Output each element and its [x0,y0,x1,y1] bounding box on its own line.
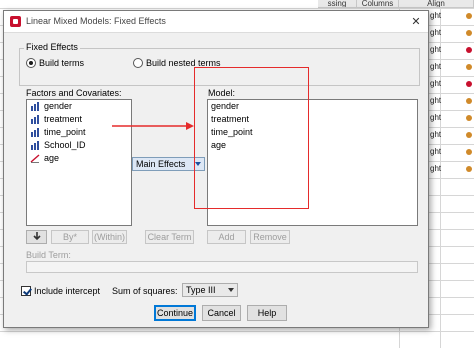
align-cell: ght [430,113,442,122]
cancel-button[interactable]: Cancel [202,305,241,321]
align-cell: ght [430,45,442,54]
add-button[interactable]: Add [207,230,246,244]
factor-item[interactable]: age [27,152,131,165]
measure-icon [466,47,472,53]
continue-button[interactable]: Continue [154,305,196,321]
scale-icon [30,154,40,163]
remove-button[interactable]: Remove [250,230,290,244]
include-intercept-checkbox[interactable] [21,286,31,296]
close-button[interactable]: ✕ [408,14,424,30]
move-down-arrow-button[interactable] [26,230,47,244]
nominal-icon [30,102,40,111]
align-cell: ght [430,28,442,37]
within-button[interactable]: (Within) [92,230,127,244]
measure-icon [466,64,472,70]
measure-icon [466,30,472,36]
build-term-label: Build Term: [26,250,71,260]
chevron-down-icon [228,288,234,292]
fixed-effects-legend: Fixed Effects [24,42,80,52]
measure-icon [466,98,472,104]
measure-icon [466,13,472,19]
sum-of-squares-dropdown[interactable]: Type III [182,283,238,297]
annotation-arrow-icon [112,122,194,130]
align-cell: ght [430,147,442,156]
factor-name: treatment [44,114,83,124]
title-bar: Linear Mixed Models: Fixed Effects ✕ [4,11,428,33]
sum-of-squares-label: Sum of squares: [112,286,178,296]
build-term-field[interactable] [26,261,418,273]
build-terms-label: Build terms [39,58,85,68]
column-header-missing[interactable]: ssing [318,0,357,8]
by-button[interactable]: By* [51,230,89,244]
factors-covariates-label: Factors and Covariates: [26,88,122,98]
radio-selected-icon [26,58,36,68]
measure-icon [466,166,472,172]
factor-name: gender [44,101,73,111]
include-intercept-label: Include intercept [34,286,101,296]
help-button[interactable]: Help [247,305,287,321]
align-cell: ght [430,130,442,139]
sum-of-squares-value: Type III [186,285,216,295]
build-terms-radio[interactable]: Build terms [26,58,84,68]
nominal-icon [30,141,40,150]
measure-icon [466,132,472,138]
spss-app-icon [10,16,21,27]
annotation-highlight-box [194,67,309,209]
factor-name: School_ID [44,140,86,150]
column-header-columns[interactable]: Columns [357,0,399,8]
radio-unselected-icon [133,58,143,68]
align-cell: ght [430,96,442,105]
column-header-align[interactable]: Align [399,0,474,8]
measure-icon [466,115,472,121]
arrow-down-icon [32,232,41,241]
measure-icon [466,149,472,155]
nominal-icon [30,128,40,137]
measure-icon [466,81,472,87]
dialog-title: Linear Mixed Models: Fixed Effects [26,16,166,26]
nominal-icon [30,115,40,124]
factor-name: age [44,153,60,163]
align-cell: ght [430,62,442,71]
factor-item[interactable]: School_ID [27,139,131,152]
factors-covariates-list[interactable]: gender treatment time_point School_IDage [26,99,132,226]
clear-term-button[interactable]: Clear Term [145,230,194,244]
main-effects-value: Main Effects [136,159,186,169]
align-cell: ght [430,11,442,20]
factor-item[interactable]: gender [27,100,131,113]
align-cell: ght [430,79,442,88]
factor-name: time_point [44,127,86,137]
align-cell: ght [430,164,442,173]
